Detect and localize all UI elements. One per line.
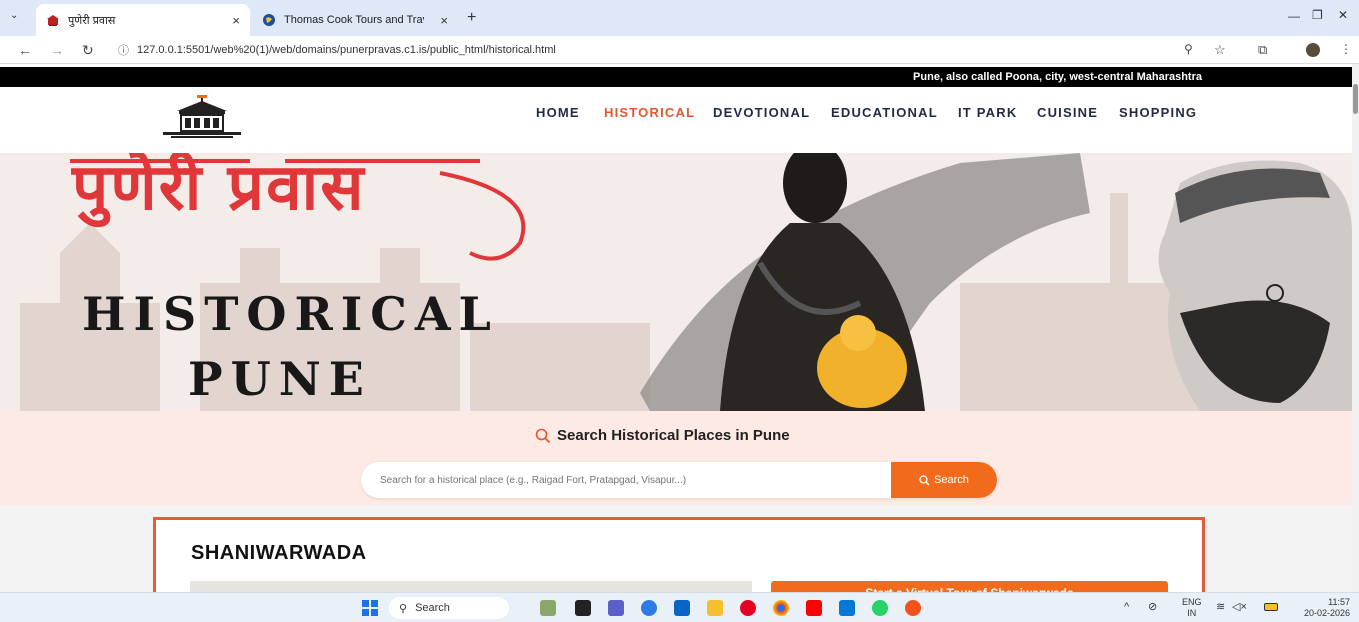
app-icon[interactable] (905, 600, 921, 616)
url-text: 127.0.0.1:5501/web%20(1)/web/domains/pun… (137, 44, 556, 56)
taskbar-search[interactable]: ⚲ Search (389, 597, 509, 619)
clock[interactable]: 11:57 20-02-2026 (1294, 597, 1350, 619)
whatsapp-icon[interactable] (872, 600, 888, 616)
scrollbar-thumb[interactable] (1353, 84, 1358, 114)
wifi-icon[interactable]: ≋ (1216, 600, 1225, 613)
new-tab-button[interactable]: + (467, 9, 476, 27)
tab-close-icon[interactable]: × (440, 13, 448, 28)
tab-title: Thomas Cook Tours and Travels (284, 14, 424, 26)
devanagari-title: पुणेरी प्रवास (72, 153, 366, 225)
youtube-icon[interactable] (806, 600, 822, 616)
search-heading-text: Search Historical Places in Pune (557, 427, 790, 444)
profile-avatar[interactable] (1306, 43, 1320, 57)
teams-icon[interactable] (608, 600, 624, 616)
browser-tab-strip: ⌄ पुणेरी प्रवास × Thomas Cook Tours and … (0, 0, 1359, 36)
extensions-icon[interactable]: ⧉ (1258, 42, 1267, 58)
vscode-icon[interactable] (839, 600, 855, 616)
search-bar: Search (361, 462, 997, 498)
mic-off-icon[interactable]: ⊘ (1148, 600, 1157, 613)
nav-historical[interactable]: HISTORICAL (604, 105, 695, 120)
page-scrollbar[interactable] (1352, 64, 1359, 592)
tab-close-icon[interactable]: × (232, 13, 240, 28)
menu-dots-icon[interactable]: ⋮ (1340, 42, 1352, 56)
language-code: ENG (1182, 597, 1202, 607)
clock-date: 20-02-2026 (1303, 608, 1350, 618)
web-page: Pune, also called Poona, city, west-cent… (0, 64, 1352, 592)
nav-shopping[interactable]: SHOPPING (1119, 105, 1197, 120)
nav-it-park[interactable]: IT PARK (958, 105, 1017, 120)
news-ticker: Pune, also called Poona, city, west-cent… (0, 67, 1352, 87)
taskbar-search-icon: ⚲ (399, 602, 408, 615)
search-input[interactable] (361, 462, 891, 498)
bookmark-star-icon[interactable]: ☆ (1214, 42, 1226, 58)
search-button-icon (919, 474, 930, 485)
place-title: SHANIWARWADA (191, 542, 367, 564)
battery-icon[interactable] (1264, 603, 1278, 611)
globe-favicon-icon (262, 13, 276, 27)
chrome-icon[interactable] (773, 600, 789, 616)
nav-devotional[interactable]: DEVOTIONAL (713, 105, 810, 120)
hero-line-pune: PUNE (188, 352, 372, 406)
reload-icon[interactable]: ↻ (82, 42, 94, 59)
taskbar: ⚲ Search ^ ⊘ ENG IN ≋ ◁× 11:57 20-02-202… (0, 592, 1359, 622)
taskbar-search-label: Search (415, 602, 450, 614)
copilot-icon[interactable] (641, 600, 657, 616)
virtual-tour-button[interactable]: Start a Virtual Tour of Shaniwarwada (771, 581, 1168, 592)
windows-start-icon[interactable] (362, 600, 378, 616)
nav-educational[interactable]: EDUCATIONAL (831, 105, 938, 120)
clock-time: 11:57 (1328, 597, 1350, 607)
search-button-label: Search (934, 474, 969, 486)
nav-cuisine[interactable]: CUISINE (1037, 105, 1098, 120)
address-bar[interactable]: ⓘ 127.0.0.1:5501/web%20(1)/web/domains/p… (110, 39, 1240, 61)
pinterest-icon[interactable] (740, 600, 756, 616)
close-window-button[interactable]: ✕ (1338, 8, 1348, 22)
hero-banner: पुणेरी प्रवास HISTORICAL PUNE (0, 153, 1352, 411)
forward-arrow-icon[interactable]: → (50, 42, 64, 58)
zoom-icon[interactable]: ⚲ (1184, 42, 1193, 56)
search-button[interactable]: Search (891, 462, 997, 498)
place-image (190, 581, 752, 592)
place-card: SHANIWARWADA Start a Virtual Tour of Sha… (153, 517, 1205, 592)
hero-line-historical: HISTORICAL (82, 287, 499, 341)
tab-search-chevron-icon[interactable]: ⌄ (10, 10, 18, 21)
tab-thomas-cook[interactable]: Thomas Cook Tours and Travels × (252, 4, 462, 36)
file-explorer-icon[interactable] (707, 600, 723, 616)
language-indicator[interactable]: ENG IN (1182, 597, 1202, 619)
widgets-icon[interactable] (540, 600, 556, 616)
tab-title: पुणेरी प्रवास (68, 14, 116, 27)
chevron-up-icon[interactable]: ^ (1124, 601, 1129, 613)
task-view-icon[interactable] (575, 600, 591, 616)
back-arrow-icon[interactable]: ← (18, 42, 32, 58)
search-icon (535, 428, 551, 443)
site-info-icon[interactable]: ⓘ (118, 42, 129, 58)
site-header: HOME HISTORICAL DEVOTIONAL EDUCATIONAL I… (0, 87, 1352, 153)
store-icon[interactable] (674, 600, 690, 616)
minimize-button[interactable]: — (1288, 9, 1300, 23)
nav-home[interactable]: HOME (536, 105, 580, 120)
site-logo[interactable] (163, 95, 241, 139)
browser-toolbar: ← → ↻ ⓘ 127.0.0.1:5501/web%20(1)/web/dom… (0, 36, 1359, 64)
temple-favicon-icon (46, 13, 60, 27)
search-heading: Search Historical Places in Pune (535, 427, 790, 444)
search-section: Search Historical Places in Pune Search (0, 411, 1352, 505)
volume-icon[interactable]: ◁× (1232, 600, 1247, 613)
restore-button[interactable]: ❐ (1312, 8, 1323, 22)
tab-puneri-pravas[interactable]: पुणेरी प्रवास × (36, 4, 250, 36)
region-code: IN (1187, 608, 1197, 618)
